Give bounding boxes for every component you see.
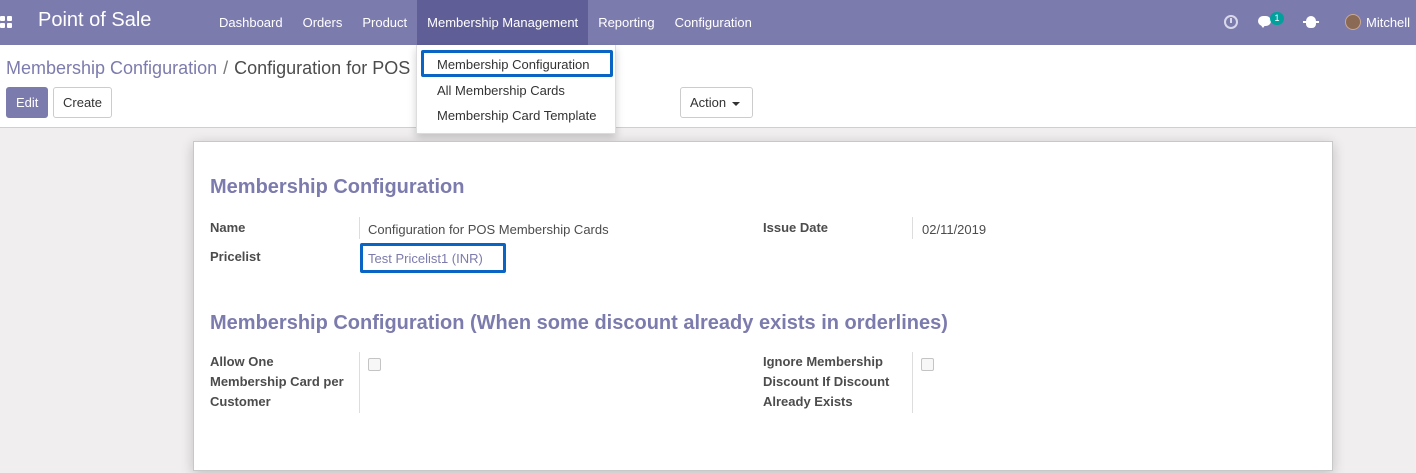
breadcrumb-current: Configuration for POS xyxy=(234,58,411,78)
breadcrumb-parent[interactable]: Membership Configuration xyxy=(6,58,217,78)
divider xyxy=(359,217,360,239)
highlight-box-pricelist xyxy=(360,243,506,273)
menu-membership-management[interactable]: Membership Management xyxy=(417,0,589,45)
action-label: Action xyxy=(690,95,727,110)
allow-one-card-checkbox[interactable] xyxy=(368,358,381,371)
dropdown-item-all-membership-cards[interactable]: All Membership Cards xyxy=(437,83,565,98)
user-name[interactable]: Mitchell xyxy=(1366,15,1410,30)
menu-orders[interactable]: Orders xyxy=(293,0,353,45)
activity-clock-icon[interactable] xyxy=(1224,15,1238,29)
menu-product[interactable]: Product xyxy=(352,0,417,45)
section-title-discount-config: Membership Configuration (When some disc… xyxy=(210,312,948,334)
app-title: Point of Sale xyxy=(38,9,152,31)
form-sheet: Membership Configuration Name Configurat… xyxy=(193,141,1333,471)
menu-reporting[interactable]: Reporting xyxy=(588,0,664,45)
user-avatar[interactable] xyxy=(1345,14,1361,30)
debug-bug-icon[interactable] xyxy=(1303,16,1319,28)
dropdown-item-membership-card-template[interactable]: Membership Card Template xyxy=(437,108,596,123)
issue-date-value: 02/11/2019 xyxy=(922,222,987,237)
ignore-discount-checkbox[interactable] xyxy=(921,358,934,371)
menu-dashboard[interactable]: Dashboard xyxy=(209,0,293,45)
main-menu: Dashboard Orders Product Membership Mana… xyxy=(209,0,762,45)
name-value: Configuration for POS Membership Cards xyxy=(368,222,609,237)
allow-one-card-label: Allow One Membership Card per Customer xyxy=(210,354,344,409)
divider xyxy=(912,217,913,239)
top-navbar: Point of Sale Dashboard Orders Product M… xyxy=(0,0,1416,45)
breadcrumb: Membership Configuration / Configuration f… xyxy=(6,58,410,79)
ignore-discount-label: Ignore Membership Discount If Discount A… xyxy=(763,354,890,409)
divider xyxy=(912,352,913,413)
caret-down-icon xyxy=(732,101,741,106)
breadcrumb-separator: / xyxy=(223,58,229,78)
issue-date-label: Issue Date xyxy=(763,220,829,235)
chat-badge: 1 xyxy=(1270,12,1284,25)
divider xyxy=(359,352,360,413)
control-panel: Membership Configuration / Configuration f… xyxy=(0,45,1416,128)
create-button[interactable]: Create xyxy=(53,87,113,118)
menu-configuration[interactable]: Configuration xyxy=(665,0,762,45)
edit-button[interactable]: Edit xyxy=(6,87,49,118)
name-label: Name xyxy=(210,220,246,235)
apps-grid-icon[interactable] xyxy=(0,16,12,28)
section-title-membership-configuration: Membership Configuration xyxy=(210,176,465,198)
highlight-box-menu xyxy=(421,50,613,77)
pricelist-label: Pricelist xyxy=(210,249,261,264)
action-dropdown-button[interactable]: Action xyxy=(680,87,753,118)
